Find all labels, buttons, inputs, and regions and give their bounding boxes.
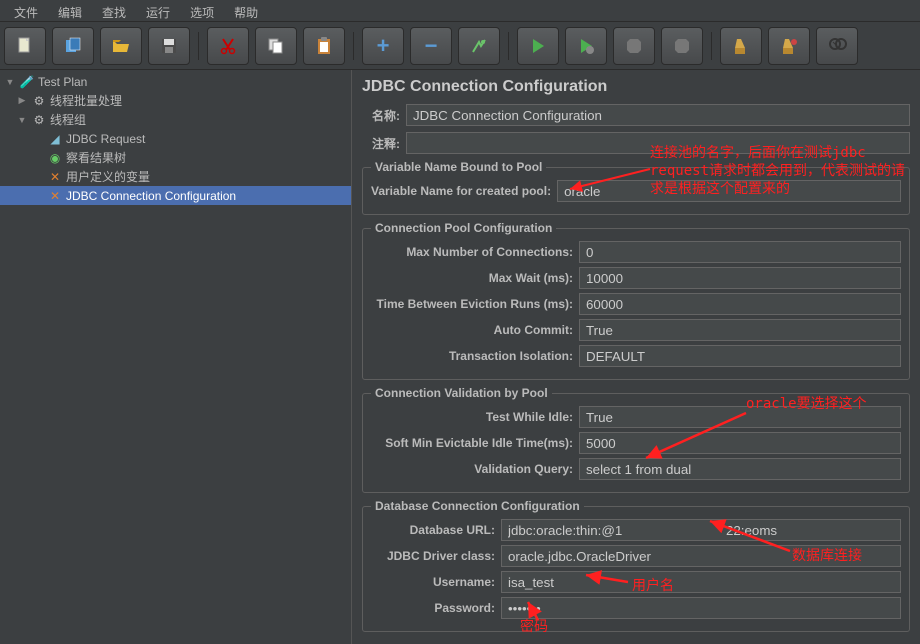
tree-toggle-icon[interactable]: ▼: [4, 77, 16, 87]
menu-help[interactable]: 帮助: [224, 2, 268, 19]
toolbar: + −: [0, 22, 920, 70]
tree-label: 线程批量处理: [50, 92, 122, 109]
valquery-input[interactable]: [579, 458, 901, 480]
validation-fieldset: Connection Validation by Pool Test While…: [362, 386, 910, 493]
testplan-icon: 🧪: [19, 74, 35, 90]
name-input[interactable]: [406, 104, 910, 126]
menu-run[interactable]: 运行: [136, 2, 180, 19]
start-noTimers-button[interactable]: [565, 27, 607, 65]
copy-button[interactable]: [255, 27, 297, 65]
tree-toggle-icon[interactable]: ▶: [16, 95, 28, 106]
request-icon: ◢: [47, 131, 63, 147]
tree-toggle-icon[interactable]: ▼: [16, 115, 28, 125]
tree-panel: ▼ 🧪 Test Plan ▶ ⚙ 线程批量处理 ▼ ⚙ 线程组 ◢ JDBC …: [0, 70, 352, 644]
tree-batch[interactable]: ▶ ⚙ 线程批量处理: [0, 91, 351, 110]
poolname-label: Variable Name for created pool:: [371, 184, 557, 198]
menu-options[interactable]: 选项: [180, 2, 224, 19]
db-legend: Database Connection Configuration: [371, 499, 584, 513]
eviction-input[interactable]: [579, 293, 901, 315]
varbound-legend: Variable Name Bound to Pool: [371, 160, 546, 174]
toggle-button[interactable]: [458, 27, 500, 65]
autocommit-label: Auto Commit:: [371, 323, 579, 337]
softevict-input[interactable]: [579, 432, 901, 454]
driver-input[interactable]: [501, 545, 901, 567]
open-button[interactable]: [100, 27, 142, 65]
pool-legend: Connection Pool Configuration: [371, 221, 556, 235]
tree-viewresults[interactable]: ◉ 察看结果树: [0, 148, 351, 167]
config-panel: JDBC Connection Configuration 名称: 注释: Va…: [352, 70, 920, 644]
tree-label: 用户定义的变量: [66, 168, 150, 185]
tree-label: Test Plan: [38, 75, 87, 89]
gear-icon: ⚙: [31, 93, 47, 109]
menu-search[interactable]: 查找: [92, 2, 136, 19]
new-button[interactable]: [4, 27, 46, 65]
templates-button[interactable]: [52, 27, 94, 65]
testidle-select[interactable]: [579, 406, 901, 428]
driver-label: JDBC Driver class:: [371, 549, 501, 563]
paste-button[interactable]: [303, 27, 345, 65]
testidle-label: Test While Idle:: [371, 410, 579, 424]
start-button[interactable]: [517, 27, 559, 65]
validation-legend: Connection Validation by Pool: [371, 386, 552, 400]
expand-button[interactable]: +: [362, 27, 404, 65]
tree-jdbcreq[interactable]: ◢ JDBC Request: [0, 129, 351, 148]
comment-label: 注释:: [362, 135, 400, 152]
comment-input[interactable]: [406, 132, 910, 154]
valquery-label: Validation Query:: [371, 462, 579, 476]
gear-icon: ⚙: [31, 112, 47, 128]
tree-uservars[interactable]: ✕ 用户定义的变量: [0, 167, 351, 186]
cut-button[interactable]: [207, 27, 249, 65]
maxwait-input[interactable]: [579, 267, 901, 289]
panel-title: JDBC Connection Configuration: [362, 78, 910, 96]
save-button[interactable]: [148, 27, 190, 65]
softevict-label: Soft Min Evictable Idle Time(ms):: [371, 436, 579, 450]
tree-testplan[interactable]: ▼ 🧪 Test Plan: [0, 72, 351, 91]
isolation-select[interactable]: [579, 345, 901, 367]
pass-label: Password:: [371, 601, 501, 615]
maxconn-input[interactable]: [579, 241, 901, 263]
collapse-button[interactable]: −: [410, 27, 452, 65]
pass-input[interactable]: [501, 597, 901, 619]
shutdown-button[interactable]: [661, 27, 703, 65]
maxconn-label: Max Number of Connections:: [371, 245, 579, 259]
clear-button[interactable]: [720, 27, 762, 65]
tree-label: JDBC Request: [66, 132, 145, 146]
menu-file[interactable]: 文件: [4, 2, 48, 19]
tree-threadgroup[interactable]: ▼ ⚙ 线程组: [0, 110, 351, 129]
user-label: Username:: [371, 575, 501, 589]
db-fieldset: Database Connection Configuration Databa…: [362, 499, 910, 632]
user-input[interactable]: [501, 571, 901, 593]
clear-all-button[interactable]: [768, 27, 810, 65]
poolname-input[interactable]: [557, 180, 901, 202]
tree-jdbcconn[interactable]: ✕ JDBC Connection Configuration: [0, 186, 351, 205]
config-icon: ✕: [47, 188, 63, 204]
name-label: 名称:: [362, 107, 400, 124]
tree-label: JDBC Connection Configuration: [66, 189, 236, 203]
search-button[interactable]: [816, 27, 858, 65]
menubar: 文件 编辑 查找 运行 选项 帮助: [0, 0, 920, 22]
maxwait-label: Max Wait (ms):: [371, 271, 579, 285]
varbound-fieldset: Variable Name Bound to Pool Variable Nam…: [362, 160, 910, 215]
vars-icon: ✕: [47, 169, 63, 185]
menu-edit[interactable]: 编辑: [48, 2, 92, 19]
results-icon: ◉: [47, 150, 63, 166]
autocommit-select[interactable]: [579, 319, 901, 341]
stop-button[interactable]: [613, 27, 655, 65]
eviction-label: Time Between Eviction Runs (ms):: [371, 297, 579, 311]
pool-fieldset: Connection Pool Configuration Max Number…: [362, 221, 910, 380]
dburl-label: Database URL:: [371, 523, 501, 537]
dburl-input[interactable]: [501, 519, 901, 541]
tree-label: 线程组: [50, 111, 86, 128]
tree-label: 察看结果树: [66, 149, 126, 166]
isolation-label: Transaction Isolation:: [371, 349, 579, 363]
